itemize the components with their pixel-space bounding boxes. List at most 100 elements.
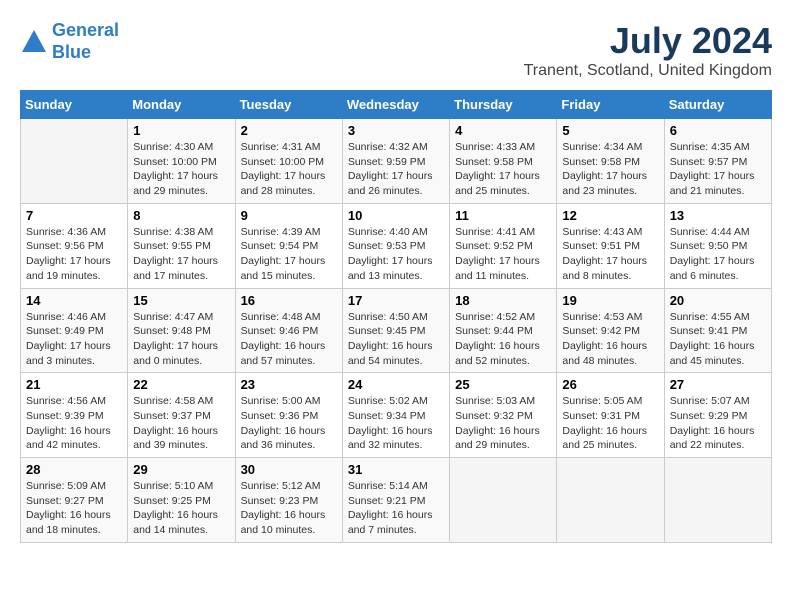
day-info: Sunrise: 5:00 AMSunset: 9:36 PMDaylight:… [241, 394, 337, 453]
calendar-cell: 9 Sunrise: 4:39 AMSunset: 9:54 PMDaylight… [235, 203, 342, 288]
day-info: Sunrise: 4:32 AMSunset: 9:59 PMDaylight:… [348, 140, 444, 199]
calendar-cell: 3Sunrise: 4:32 AMSunset: 9:59 PMDaylight… [342, 119, 449, 204]
day-info: Sunrise: 4:43 AMSunset: 9:51 PMDaylight:… [562, 225, 658, 284]
day-number: 25 [455, 377, 551, 392]
day-info: Sunrise: 4:34 AMSunset: 9:58 PMDaylight:… [562, 140, 658, 199]
day-number: 12 [562, 208, 658, 223]
day-info: Sunrise: 4:46 AMSunset: 9:49 PMDaylight:… [26, 310, 122, 369]
day-info: Sunrise: 5:07 AMSunset: 9:29 PMDaylight:… [670, 394, 766, 453]
day-number: 21 [26, 377, 122, 392]
calendar-cell [557, 458, 664, 543]
day-number: 7 [26, 208, 122, 223]
calendar-cell: 24Sunrise: 5:02 AMSunset: 9:34 PMDayligh… [342, 373, 449, 458]
calendar-cell: 28 Sunrise: 5:09 AMSunset: 9:27 PMDayligh… [21, 458, 128, 543]
calendar-cell: 18 Sunrise: 4:52 AMSunset: 9:44 PMDayligh… [450, 288, 557, 373]
day-info: Sunrise: 4:56 AMSunset: 9:39 PMDaylight:… [26, 394, 122, 453]
calendar-cell: 6 Sunrise: 4:35 AMSunset: 9:57 PMDaylight… [664, 119, 771, 204]
calendar-cell: 26 Sunrise: 5:05 AMSunset: 9:31 PMDayligh… [557, 373, 664, 458]
day-number: 18 [455, 293, 551, 308]
calendar-week-row: 1Sunrise: 4:30 AMSunset: 10:00 PMDayligh… [21, 119, 772, 204]
day-number: 30 [241, 462, 337, 477]
day-number: 15 [133, 293, 229, 308]
day-number: 20 [670, 293, 766, 308]
day-info: Sunrise: 4:40 AMSunset: 9:53 PMDaylight:… [348, 225, 444, 284]
day-number: 19 [562, 293, 658, 308]
day-number: 10 [348, 208, 444, 223]
day-number: 23 [241, 377, 337, 392]
calendar-cell: 10 Sunrise: 4:40 AMSunset: 9:53 PMDayligh… [342, 203, 449, 288]
day-info: Sunrise: 5:05 AMSunset: 9:31 PMDaylight:… [562, 394, 658, 453]
day-info: Sunrise: 4:39 AMSunset: 9:54 PMDaylight:… [241, 225, 337, 284]
header-day: Wednesday [342, 91, 449, 119]
page-header: General Blue July 2024 Tranent, Scotland… [20, 20, 772, 80]
day-number: 29 [133, 462, 229, 477]
calendar-cell: 16Sunrise: 4:48 AMSunset: 9:46 PMDayligh… [235, 288, 342, 373]
day-number: 31 [348, 462, 444, 477]
day-number: 24 [348, 377, 444, 392]
day-number: 27 [670, 377, 766, 392]
day-info: Sunrise: 4:36 AMSunset: 9:56 PMDaylight:… [26, 225, 122, 284]
day-info: Sunrise: 4:50 AMSunset: 9:45 PMDaylight:… [348, 310, 444, 369]
day-number: 6 [670, 123, 766, 138]
calendar-cell: 1Sunrise: 4:30 AMSunset: 10:00 PMDayligh… [128, 119, 235, 204]
calendar-cell: 19 Sunrise: 4:53 AMSunset: 9:42 PMDayligh… [557, 288, 664, 373]
calendar-cell: 30 Sunrise: 5:12 AMSunset: 9:23 PMDayligh… [235, 458, 342, 543]
day-number: 8 [133, 208, 229, 223]
day-number: 2 [241, 123, 337, 138]
calendar-cell: 17Sunrise: 4:50 AMSunset: 9:45 PMDayligh… [342, 288, 449, 373]
calendar-cell [21, 119, 128, 204]
day-info: Sunrise: 5:12 AMSunset: 9:23 PMDaylight:… [241, 479, 337, 538]
day-number: 9 [241, 208, 337, 223]
calendar-cell: 11 Sunrise: 4:41 AMSunset: 9:52 PMDayligh… [450, 203, 557, 288]
day-number: 13 [670, 208, 766, 223]
day-info: Sunrise: 4:31 AMSunset: 10:00 PMDaylight… [241, 140, 337, 199]
day-info: Sunrise: 4:55 AMSunset: 9:41 PMDaylight:… [670, 310, 766, 369]
header-row: SundayMondayTuesdayWednesdayThursdayFrid… [21, 91, 772, 119]
logo-icon [20, 28, 48, 56]
calendar-cell: 20 Sunrise: 4:55 AMSunset: 9:41 PMDayligh… [664, 288, 771, 373]
title-area: July 2024 Tranent, Scotland, United King… [524, 20, 772, 80]
calendar-cell [664, 458, 771, 543]
calendar-cell: 7 Sunrise: 4:36 AMSunset: 9:56 PMDaylight… [21, 203, 128, 288]
calendar-cell: 5 Sunrise: 4:34 AMSunset: 9:58 PMDaylight… [557, 119, 664, 204]
calendar-week-row: 21 Sunrise: 4:56 AMSunset: 9:39 PMDayligh… [21, 373, 772, 458]
day-number: 22 [133, 377, 229, 392]
header-day: Saturday [664, 91, 771, 119]
day-number: 1 [133, 123, 229, 138]
day-number: 11 [455, 208, 551, 223]
day-info: Sunrise: 4:41 AMSunset: 9:52 PMDaylight:… [455, 225, 551, 284]
calendar-cell: 4Sunrise: 4:33 AMSunset: 9:58 PMDaylight… [450, 119, 557, 204]
day-number: 5 [562, 123, 658, 138]
day-info: Sunrise: 5:03 AMSunset: 9:32 PMDaylight:… [455, 394, 551, 453]
day-info: Sunrise: 4:44 AMSunset: 9:50 PMDaylight:… [670, 225, 766, 284]
logo-text: General Blue [52, 20, 119, 63]
calendar-cell: 23 Sunrise: 5:00 AMSunset: 9:36 PMDayligh… [235, 373, 342, 458]
header-day: Friday [557, 91, 664, 119]
day-info: Sunrise: 5:10 AMSunset: 9:25 PMDaylight:… [133, 479, 229, 538]
calendar-cell: 21 Sunrise: 4:56 AMSunset: 9:39 PMDayligh… [21, 373, 128, 458]
day-info: Sunrise: 4:58 AMSunset: 9:37 PMDaylight:… [133, 394, 229, 453]
day-info: Sunrise: 4:52 AMSunset: 9:44 PMDaylight:… [455, 310, 551, 369]
calendar-week-row: 14Sunrise: 4:46 AMSunset: 9:49 PMDayligh… [21, 288, 772, 373]
calendar-cell: 12 Sunrise: 4:43 AMSunset: 9:51 PMDayligh… [557, 203, 664, 288]
day-number: 26 [562, 377, 658, 392]
day-info: Sunrise: 4:33 AMSunset: 9:58 PMDaylight:… [455, 140, 551, 199]
month-title: July 2024 [524, 20, 772, 62]
day-info: Sunrise: 5:14 AMSunset: 9:21 PMDaylight:… [348, 479, 444, 538]
calendar-cell: 25 Sunrise: 5:03 AMSunset: 9:32 PMDayligh… [450, 373, 557, 458]
day-info: Sunrise: 5:09 AMSunset: 9:27 PMDaylight:… [26, 479, 122, 538]
day-info: Sunrise: 4:35 AMSunset: 9:57 PMDaylight:… [670, 140, 766, 199]
day-info: Sunrise: 4:53 AMSunset: 9:42 PMDaylight:… [562, 310, 658, 369]
header-day: Monday [128, 91, 235, 119]
day-info: Sunrise: 4:47 AMSunset: 9:48 PMDaylight:… [133, 310, 229, 369]
calendar-cell: 2 Sunrise: 4:31 AMSunset: 10:00 PMDayligh… [235, 119, 342, 204]
calendar-cell: 31 Sunrise: 5:14 AMSunset: 9:21 PMDayligh… [342, 458, 449, 543]
calendar-cell: 29 Sunrise: 5:10 AMSunset: 9:25 PMDayligh… [128, 458, 235, 543]
calendar-week-row: 7 Sunrise: 4:36 AMSunset: 9:56 PMDaylight… [21, 203, 772, 288]
logo: General Blue [20, 20, 119, 63]
day-number: 28 [26, 462, 122, 477]
calendar-table: SundayMondayTuesdayWednesdayThursdayFrid… [20, 90, 772, 543]
calendar-cell: 13 Sunrise: 4:44 AMSunset: 9:50 PMDayligh… [664, 203, 771, 288]
header-day: Sunday [21, 91, 128, 119]
calendar-cell: 27 Sunrise: 5:07 AMSunset: 9:29 PMDayligh… [664, 373, 771, 458]
